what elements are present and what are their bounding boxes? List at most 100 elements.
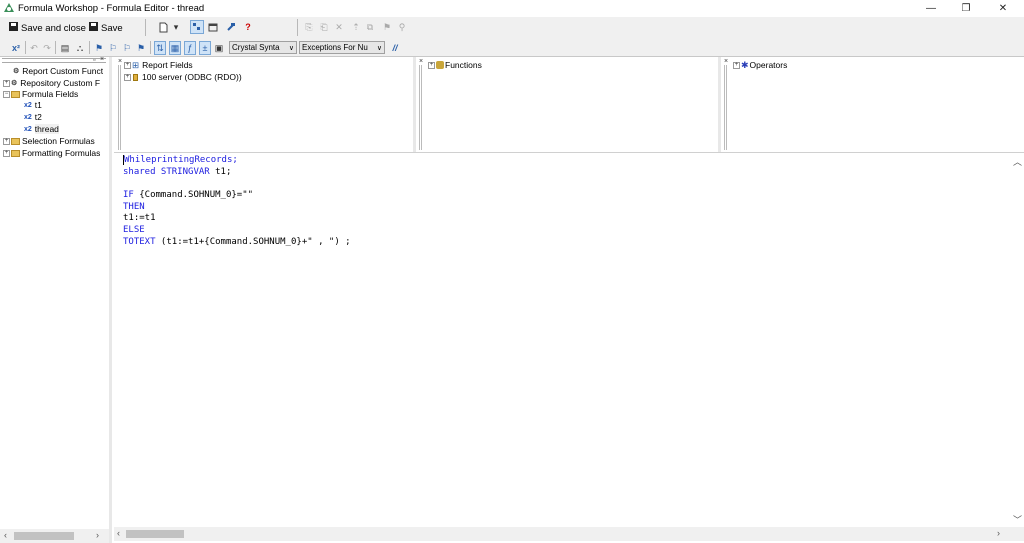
find-icon[interactable]: ⛬ — [74, 41, 86, 55]
tree-item-report-custom-functions[interactable]: ⚙ Report Custom Funct — [3, 65, 103, 77]
rename-icon[interactable]: ⇡ — [350, 20, 362, 34]
tree-item-label: Report Fields — [142, 60, 193, 70]
show-editor-icon[interactable]: ▣ — [213, 41, 225, 55]
editor-vertical-scrollbar[interactable]: ︿ ﹀ — [1010, 153, 1024, 527]
bookmark-toggle-icon[interactable]: ⚑ — [93, 41, 105, 55]
show-fields-icon[interactable]: ▦ — [169, 41, 181, 55]
tree-item-server[interactable]: + 100 server (ODBC (RDO)) — [124, 71, 242, 83]
tree-item-formatting-formulas[interactable]: + Formatting Formulas — [3, 147, 100, 159]
save-and-close-label: Save and close — [21, 22, 86, 34]
duplicate-icon[interactable]: ⧉ — [364, 20, 376, 34]
undo-icon[interactable]: ↶ — [29, 41, 39, 55]
scroll-left-icon[interactable]: ‹ — [117, 528, 120, 538]
editor-horizontal-scrollbar[interactable]: ‹ › — [114, 527, 1010, 541]
show-operators-icon[interactable]: ± — [199, 41, 211, 55]
new-dropdown-chevron-icon[interactable]: ▾ — [171, 20, 181, 34]
tree-item-thread[interactable]: x2 thread — [24, 123, 59, 135]
toolbar-divider — [297, 19, 298, 36]
tree-item-t2[interactable]: x2 t2 — [24, 111, 42, 123]
expand-icon[interactable]: + — [733, 61, 740, 69]
tree-horizontal-scrollbar[interactable]: ‹ › — [0, 529, 109, 543]
show-functions-icon[interactable]: ƒ — [184, 41, 196, 55]
delete-icon[interactable]: ✕ — [333, 20, 345, 34]
copy-icon[interactable]: ⎘ — [303, 20, 315, 34]
scroll-corner — [1010, 527, 1024, 541]
exceptions-dropdown[interactable]: Exceptions For Nu ∨ — [299, 41, 385, 54]
formula-editor[interactable]: WhileprintingRecords; shared STRINGVAR t… — [114, 153, 1010, 527]
scroll-thumb[interactable] — [126, 530, 184, 538]
pane-grip[interactable] — [724, 65, 727, 150]
expand-icon[interactable]: + — [3, 79, 10, 87]
syntax-dropdown[interactable]: Crystal Synta ∨ — [229, 41, 297, 54]
show-properties-icon[interactable] — [207, 20, 219, 34]
tree-item-label: Report Custom Funct — [22, 66, 104, 76]
tree-item-label: Repository Custom F — [20, 78, 101, 88]
pane-close-icon[interactable]: × — [419, 58, 423, 65]
tree-item-functions[interactable]: + Functions — [428, 59, 482, 71]
expand-icon[interactable]: + — [124, 61, 131, 69]
expand-icon[interactable]: + — [124, 73, 131, 81]
sort-icon[interactable]: ⇅ — [154, 41, 166, 55]
app-icon — [3, 2, 15, 14]
toolbar-divider — [55, 41, 56, 54]
collapse-icon[interactable]: − — [3, 90, 10, 98]
redo-icon[interactable]: ↷ — [42, 41, 52, 55]
save-and-close-button[interactable]: Save and close — [9, 22, 86, 34]
code-line: TOTEXT (t1:=t1+{Command.SOHNUM_0}+" , ")… — [123, 236, 351, 248]
code-keyword: TOTEXT — [123, 237, 156, 247]
scroll-down-icon[interactable]: ﹀ — [1013, 513, 1022, 526]
new-formula-icon[interactable] — [157, 20, 169, 34]
toolbar-main: Save and close Save ▾ ? ⎘ ⎗ ✕ ⇡ ⧉ ⚑ ⚲ — [0, 17, 1024, 39]
clear-bookmarks-icon[interactable]: ⚑ — [135, 41, 147, 55]
scroll-thumb[interactable] — [14, 532, 74, 540]
tree-item-selection-formulas[interactable]: + Selection Formulas — [3, 135, 95, 147]
code-line: WhileprintingRecords; — [123, 154, 238, 166]
code-keyword: IF — [123, 190, 134, 200]
help-icon[interactable]: ? — [242, 20, 254, 34]
tree-item-label: Selection Formulas — [22, 136, 95, 146]
check-syntax-icon[interactable]: x² — [10, 41, 22, 55]
panel-grip[interactable] — [2, 58, 106, 63]
close-button[interactable]: ✕ — [980, 0, 1024, 17]
database-icon — [133, 73, 138, 81]
pane-grip[interactable] — [118, 65, 121, 150]
pane-close-icon[interactable]: × — [724, 58, 728, 65]
paste-icon[interactable]: ⎗ — [318, 20, 330, 34]
code-text: {Command.SOHNUM_0}="" — [133, 190, 254, 200]
panel-close-icon[interactable]: × — [100, 56, 104, 63]
panel-pin-icon[interactable]: ▫ — [93, 57, 95, 64]
tree-item-label: 100 server (ODBC (RDO)) — [142, 72, 242, 82]
window-title: Formula Workshop - Formula Editor - thre… — [18, 3, 205, 14]
code-text: (t1:=t1+{Command.SOHNUM_0}+" , ") ; — [155, 237, 351, 247]
pane-close-icon[interactable]: × — [118, 58, 122, 65]
hammer-icon[interactable] — [225, 20, 237, 34]
code-line: t1:=t1 — [123, 213, 156, 223]
code-text: WhileprintingRecords; — [123, 155, 238, 165]
expand-icon[interactable]: + — [428, 61, 435, 69]
syntax-dropdown-value: Crystal Synta — [232, 43, 280, 52]
tree-item-label: Formula Fields — [22, 89, 79, 99]
scroll-right-icon[interactable]: › — [997, 528, 1000, 538]
comment-button[interactable]: // — [389, 41, 401, 55]
scroll-right-icon[interactable]: › — [96, 530, 99, 540]
formula-tree-panel: ▫ × ⚙ Report Custom Funct + ⚙ Repository… — [0, 56, 112, 543]
tree-item-t1[interactable]: x2 t1 — [24, 99, 42, 111]
expand-icon[interactable]: + — [3, 149, 10, 157]
tree-item-report-fields[interactable]: + ⊞ Report Fields — [124, 59, 193, 71]
scroll-up-icon[interactable]: ︿ — [1013, 155, 1022, 168]
tree-item-operators[interactable]: + ✱ Operators — [733, 59, 787, 71]
operators-icon: ✱ — [741, 59, 749, 70]
toolbar-divider — [89, 41, 90, 54]
save-button[interactable]: Save — [89, 22, 123, 34]
bookmark-icon[interactable]: ⚑ — [381, 20, 393, 34]
previous-bookmark-icon[interactable]: ⚐ — [121, 41, 133, 55]
search-icon[interactable]: ⚲ — [396, 20, 408, 34]
toggle-tree-icon[interactable] — [190, 20, 204, 34]
browse-data-icon[interactable]: ▤ — [59, 41, 71, 55]
next-bookmark-icon[interactable]: ⚐ — [107, 41, 119, 55]
function-icon: ⚙ — [13, 68, 20, 75]
expand-icon[interactable]: + — [3, 137, 10, 145]
pane-grip[interactable] — [419, 65, 422, 150]
scroll-left-icon[interactable]: ‹ — [4, 530, 7, 540]
exceptions-dropdown-value: Exceptions For Nu — [302, 43, 368, 52]
